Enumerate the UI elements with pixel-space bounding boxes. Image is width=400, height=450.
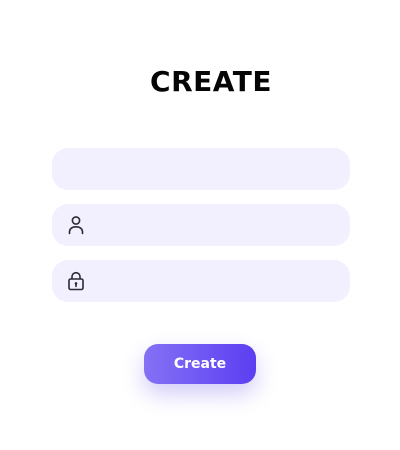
username-field[interactable] <box>52 204 350 246</box>
create-form-page: CREATE Create <box>0 0 400 450</box>
create-button[interactable]: Create <box>144 344 256 384</box>
lock-icon <box>66 271 86 291</box>
text-input[interactable] <box>52 148 350 190</box>
username-input[interactable] <box>86 204 350 246</box>
user-icon <box>66 215 86 235</box>
password-input[interactable] <box>86 260 350 302</box>
text-field[interactable] <box>52 148 350 190</box>
password-field[interactable] <box>52 260 350 302</box>
page-title: CREATE <box>150 65 272 98</box>
